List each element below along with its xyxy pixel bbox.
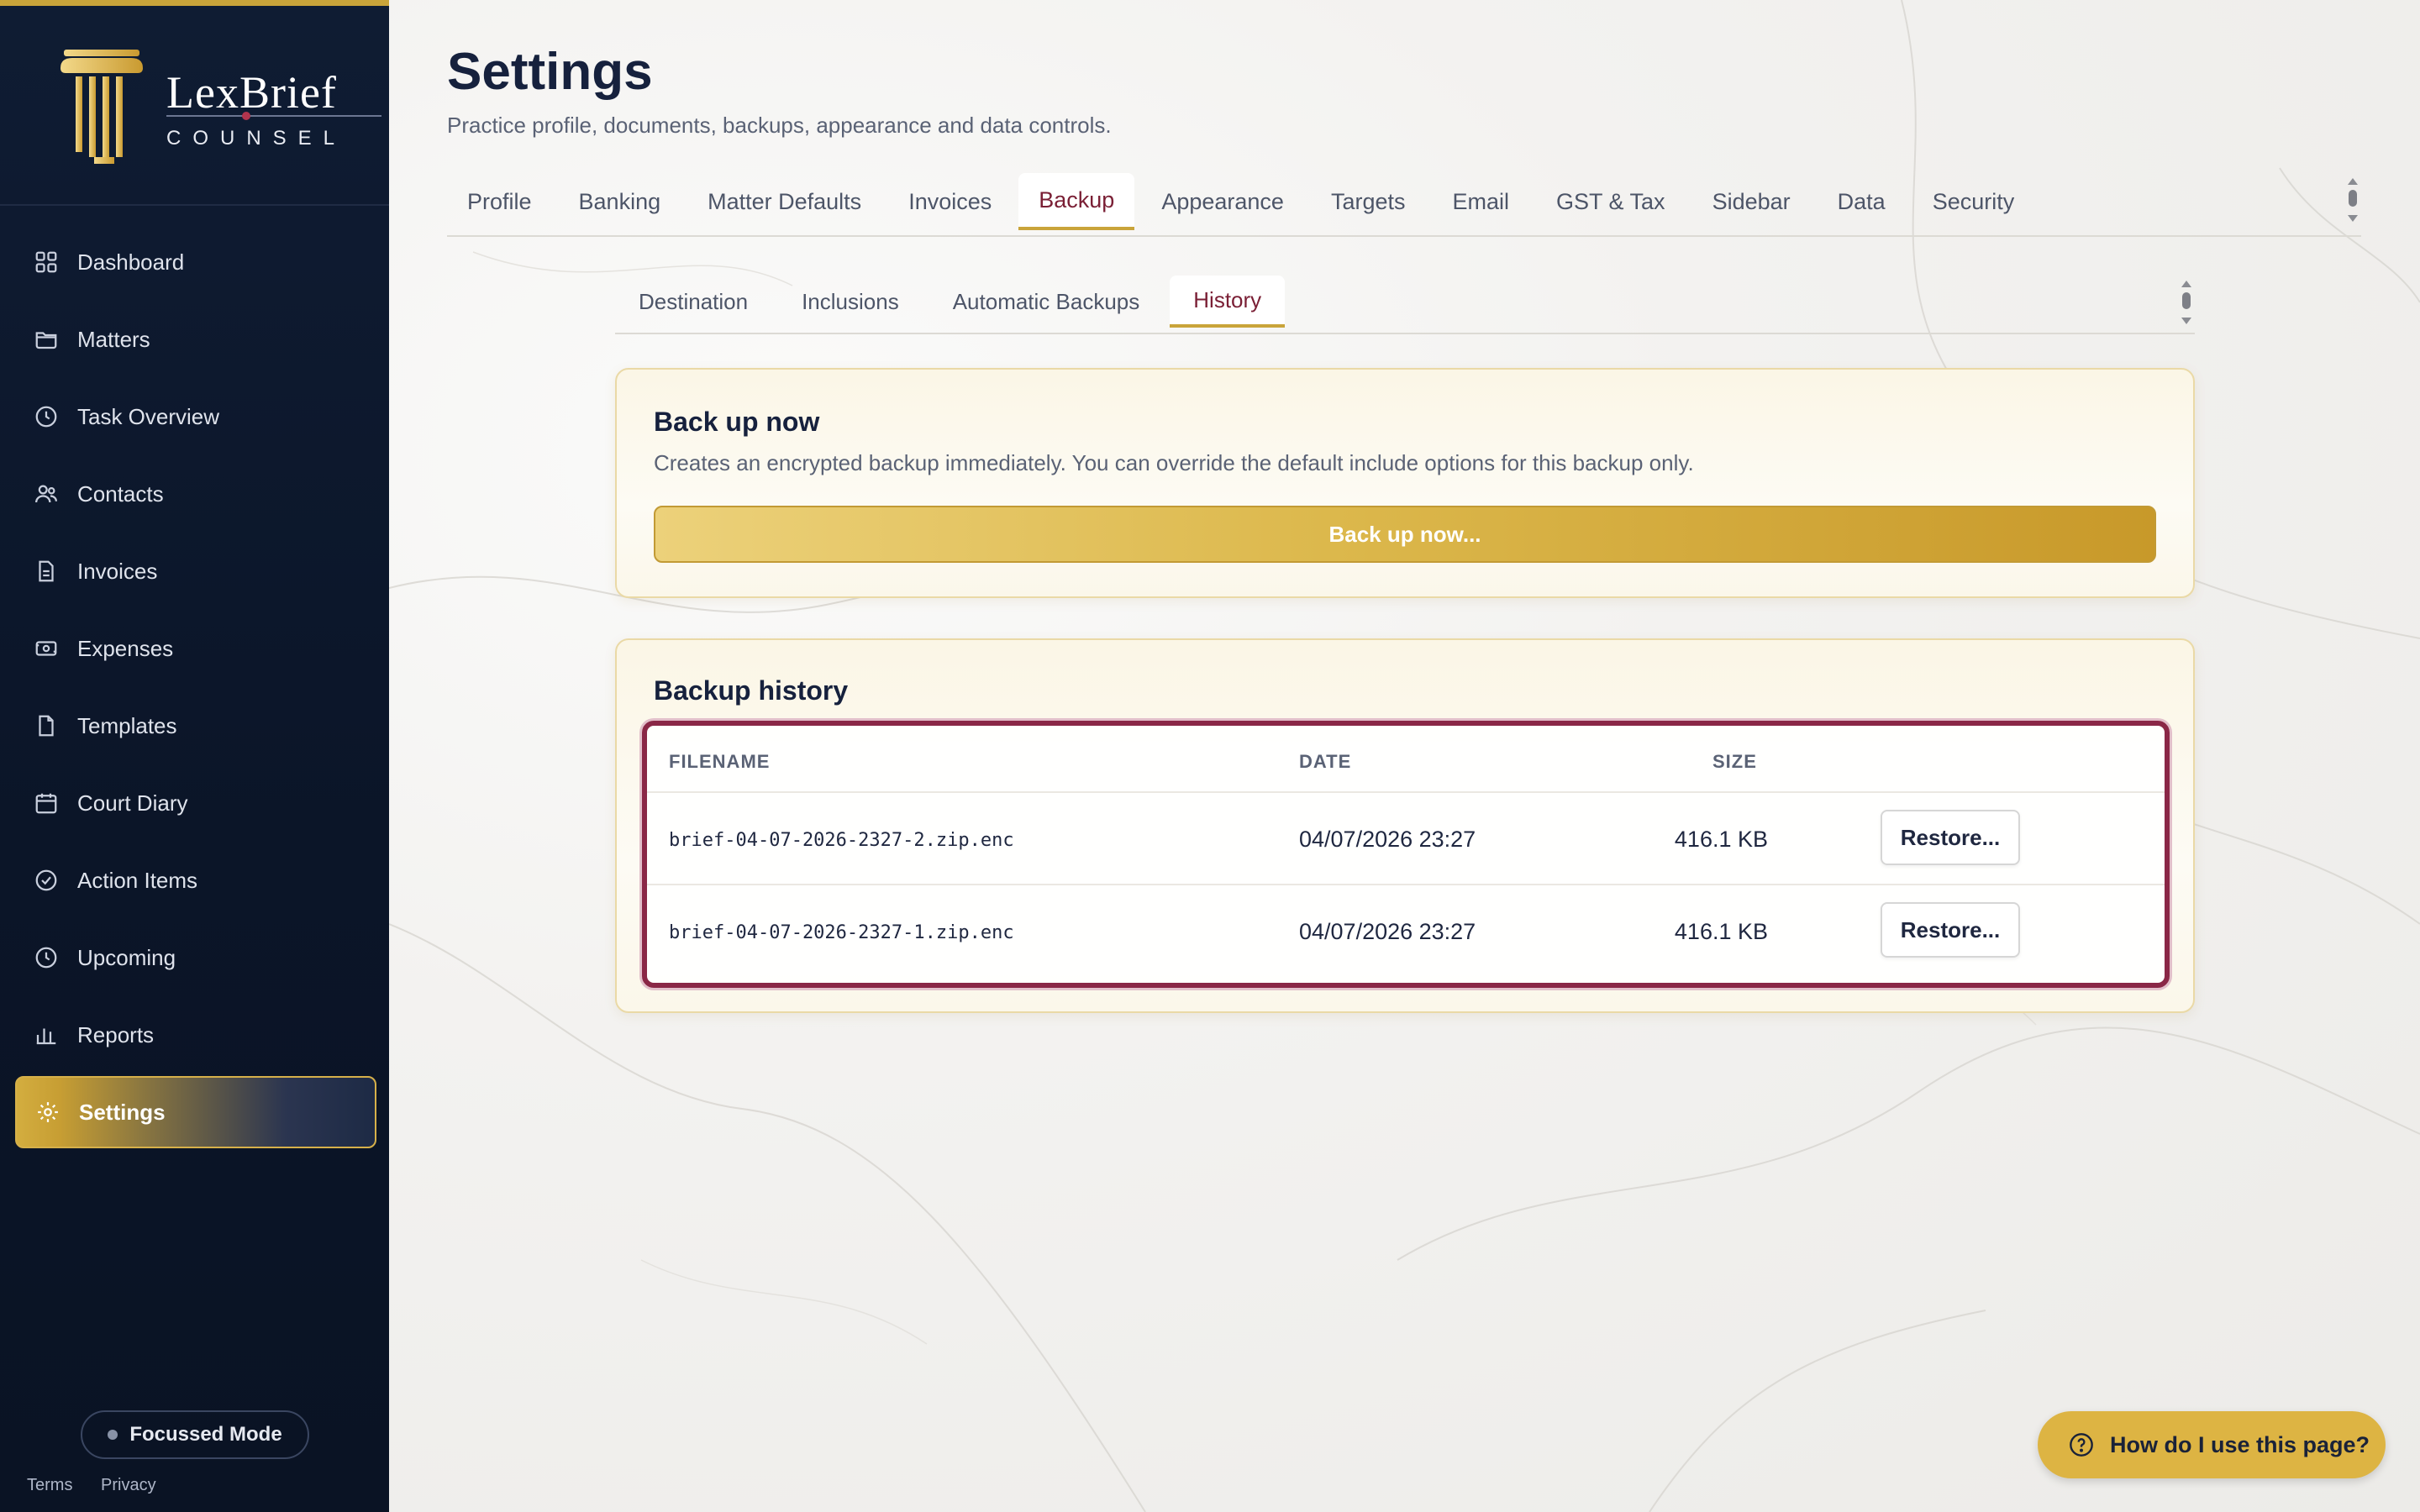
sidebar-footer-links: Terms Privacy xyxy=(27,1476,180,1495)
terms-link[interactable]: Terms xyxy=(27,1476,72,1494)
folder-icon xyxy=(34,327,59,352)
help-button[interactable]: How do I use this page? xyxy=(2038,1411,2386,1478)
brand-name: LexBrief xyxy=(166,67,337,118)
clock-icon xyxy=(34,404,59,429)
pillar-icon xyxy=(60,50,143,164)
column-header-size: SIZE xyxy=(1712,751,1757,772)
backup-now-description: Creates an encrypted backup immediately.… xyxy=(654,450,1694,475)
sidebar-item-task-overview[interactable]: Task Overview xyxy=(15,381,376,453)
sidebar-divider xyxy=(0,204,389,206)
focus-mode-toggle[interactable]: Focussed Mode xyxy=(81,1410,309,1459)
restore-button[interactable]: Restore... xyxy=(1881,810,2020,865)
banknote-icon xyxy=(34,636,59,661)
tabs-scrollbar[interactable] xyxy=(2347,178,2359,222)
backup-history-card: Backup history FILENAME DATE SIZE brief-… xyxy=(615,638,2195,1013)
tab-security[interactable]: Security xyxy=(1912,173,2035,230)
sidebar-item-label: Templates xyxy=(77,712,177,738)
brand-subtitle: COUNSEL xyxy=(166,127,347,150)
sidebar-item-label: Court Diary xyxy=(77,790,188,816)
users-icon xyxy=(34,481,59,507)
brand-logo[interactable]: LexBrief COUNSEL xyxy=(55,43,381,169)
sidebar-item-label: Invoices xyxy=(77,558,158,584)
status-dot xyxy=(108,1430,118,1440)
sidebar-item-reports[interactable]: Reports xyxy=(15,999,376,1071)
backup-size: 416.1 KB xyxy=(1674,919,1768,944)
table-row: brief-04-07-2026-2327-2.zip.enc 04/07/20… xyxy=(647,791,2165,884)
sidebar-nav: Dashboard Matters Task Overview Contacts… xyxy=(15,226,376,1153)
subtab-destination[interactable]: Destination xyxy=(615,276,771,328)
main-content: Settings Practice profile, documents, ba… xyxy=(389,0,2420,1512)
tab-appearance[interactable]: Appearance xyxy=(1141,173,1304,230)
gear-icon xyxy=(35,1100,60,1125)
backup-size: 416.1 KB xyxy=(1674,827,1768,852)
sidebar-item-upcoming[interactable]: Upcoming xyxy=(15,921,376,994)
sidebar-item-label: Expenses xyxy=(77,635,174,661)
tab-backup[interactable]: Backup xyxy=(1018,173,1135,230)
tab-gst-tax[interactable]: GST & Tax xyxy=(1536,173,1686,230)
sidebar: LexBrief COUNSEL Dashboard Matters Task … xyxy=(0,0,389,1512)
sidebar-item-templates[interactable]: Templates xyxy=(15,690,376,762)
sidebar-item-expenses[interactable]: Expenses xyxy=(15,612,376,685)
tab-email[interactable]: Email xyxy=(1432,173,1529,230)
backup-now-button[interactable]: Back up now... xyxy=(654,506,2156,563)
privacy-link[interactable]: Privacy xyxy=(101,1476,156,1494)
subtab-automatic-backups[interactable]: Automatic Backups xyxy=(929,276,1164,328)
sidebar-item-label: Settings xyxy=(79,1099,166,1125)
sidebar-item-label: Dashboard xyxy=(77,249,185,275)
backup-history-title: Backup history xyxy=(654,675,849,706)
sidebar-item-dashboard[interactable]: Dashboard xyxy=(15,226,376,298)
bar-chart-icon xyxy=(34,1022,59,1047)
focus-mode-label: Focussed Mode xyxy=(129,1423,282,1446)
sidebar-item-label: Action Items xyxy=(77,867,198,893)
sidebar-item-invoices[interactable]: Invoices xyxy=(15,535,376,607)
sidebar-item-action-items[interactable]: Action Items xyxy=(15,844,376,916)
brand-dot xyxy=(242,112,250,120)
check-circle-icon xyxy=(34,868,59,893)
restore-button[interactable]: Restore... xyxy=(1881,902,2020,958)
subtab-history[interactable]: History xyxy=(1170,276,1286,328)
table-row: brief-04-07-2026-2327-1.zip.enc 04/07/20… xyxy=(647,884,2165,976)
clock-icon xyxy=(34,945,59,970)
backup-filename: brief-04-07-2026-2327-2.zip.enc xyxy=(669,830,1014,851)
backup-filename: brief-04-07-2026-2327-1.zip.enc xyxy=(669,922,1014,943)
sidebar-item-label: Upcoming xyxy=(77,944,176,970)
sidebar-item-contacts[interactable]: Contacts xyxy=(15,458,376,530)
sidebar-item-label: Matters xyxy=(77,326,150,352)
backup-history-table: FILENAME DATE SIZE brief-04-07-2026-2327… xyxy=(642,721,2170,988)
tab-invoices[interactable]: Invoices xyxy=(888,173,1012,230)
backup-subtabs: Destination Inclusions Automatic Backups… xyxy=(615,276,2195,334)
tab-data[interactable]: Data xyxy=(1818,173,1906,230)
sidebar-item-label: Contacts xyxy=(77,480,164,507)
backup-date: 04/07/2026 23:27 xyxy=(1299,919,1476,944)
document-icon xyxy=(34,559,59,584)
brand-divider xyxy=(166,115,381,117)
backup-now-card: Back up now Creates an encrypted backup … xyxy=(615,368,2195,598)
tab-sidebar[interactable]: Sidebar xyxy=(1692,173,1811,230)
backup-date: 04/07/2026 23:27 xyxy=(1299,827,1476,852)
settings-tabs: Profile Banking Matter Defaults Invoices… xyxy=(447,173,2361,237)
tab-matter-defaults[interactable]: Matter Defaults xyxy=(687,173,881,230)
page-title: Settings xyxy=(447,43,653,101)
calendar-icon xyxy=(34,790,59,816)
column-header-filename: FILENAME xyxy=(669,751,771,772)
help-label: How do I use this page? xyxy=(2110,1431,2370,1457)
page-subtitle: Practice profile, documents, backups, ap… xyxy=(447,113,1112,138)
subtab-inclusions[interactable]: Inclusions xyxy=(778,276,923,328)
sidebar-item-settings[interactable]: Settings xyxy=(15,1076,376,1148)
subtabs-scrollbar[interactable] xyxy=(2181,281,2192,324)
file-icon xyxy=(34,713,59,738)
help-circle-icon xyxy=(2068,1431,2095,1458)
tab-profile[interactable]: Profile xyxy=(447,173,552,230)
backup-now-title: Back up now xyxy=(654,407,820,437)
sidebar-item-court-diary[interactable]: Court Diary xyxy=(15,767,376,839)
tab-targets[interactable]: Targets xyxy=(1311,173,1426,230)
column-header-date: DATE xyxy=(1299,751,1352,772)
sidebar-item-label: Task Overview xyxy=(77,403,220,429)
sidebar-item-matters[interactable]: Matters xyxy=(15,303,376,375)
sidebar-item-label: Reports xyxy=(77,1021,155,1047)
dashboard-icon xyxy=(34,249,59,275)
tab-banking[interactable]: Banking xyxy=(559,173,681,230)
